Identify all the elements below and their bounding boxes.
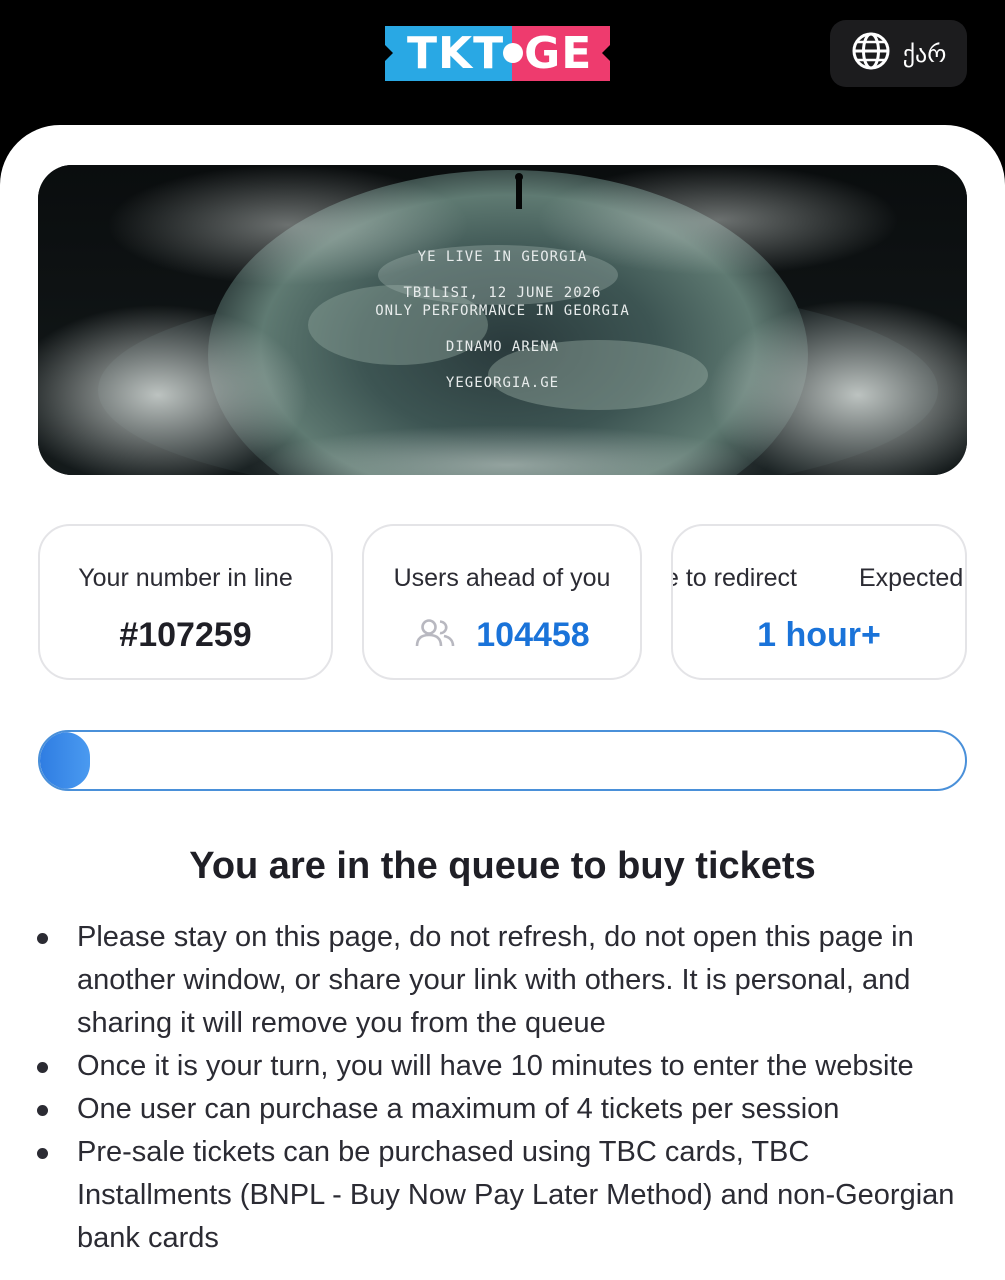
queue-heading: You are in the queue to buy tickets [189,845,816,887]
list-item: Once it is your turn, you will have 10 m… [37,1045,957,1088]
logo-left-part: TKT [384,26,513,81]
tkt-ge-logo[interactable]: TKT GE [384,26,621,81]
banner-text-overlay: YE LIVE IN GEORGIA TBILISI, 12 JUNE 2026… [38,165,967,475]
globe-icon [851,31,891,76]
banner-line-performance: ONLY PERFORMANCE IN GEORGIA [375,303,630,319]
users-icon [414,618,456,653]
stat-users-ahead-value: 104458 [476,616,590,654]
logo-dot [503,43,523,63]
logo-notch-left [384,44,393,62]
stat-number-in-line: Your number in line #107259 [38,524,333,680]
language-label: ქარ [902,39,947,68]
list-item: Please stay on this page, do not refresh… [37,916,957,1045]
stat-number-in-line-value: #107259 [119,616,252,654]
logo-notch-right [602,44,612,62]
event-banner-image: YE LIVE IN GEORGIA TBILISI, 12 JUNE 2026… [38,165,967,475]
stat-number-in-line-label: Your number in line [78,564,293,592]
stat-users-ahead-row: 104458 [364,616,640,655]
list-item: One user can purchase a maximum of 4 tic… [37,1088,957,1131]
logo-text-left: TKT [407,28,505,79]
stat-users-ahead-label: Users ahead of you [393,564,611,592]
stat-expected-redirect: e to redirect Expected 1 hour+ [671,524,967,680]
banner-line-date: TBILISI, 12 JUNE 2026 [403,285,602,301]
stat-users-ahead: Users ahead of you 104458 [362,524,642,680]
list-item: Pre-sale tickets can be purchased using … [37,1131,957,1260]
queue-progress-fill [40,732,90,789]
language-switcher-button[interactable]: ქარ [830,20,967,87]
logo-text-right: GE [524,28,593,79]
banner-line-website: YEGEORGIA.GE [445,375,560,391]
queue-progress-bar [38,730,967,791]
top-bar: TKT GE ქარ [0,0,1005,125]
banner-line-venue: DINAMO ARENA [445,339,560,355]
queue-info-list: Please stay on this page, do not refresh… [37,916,957,1260]
banner-line-title: YE LIVE IN GEORGIA [417,249,588,265]
stat-expected-redirect-value: 1 hour+ [757,616,881,654]
stat-redirect-label-expected: Expected [859,564,964,592]
logo-right-part: GE [512,26,612,81]
stat-redirect-label-scrolling: e to redirect [671,564,798,592]
